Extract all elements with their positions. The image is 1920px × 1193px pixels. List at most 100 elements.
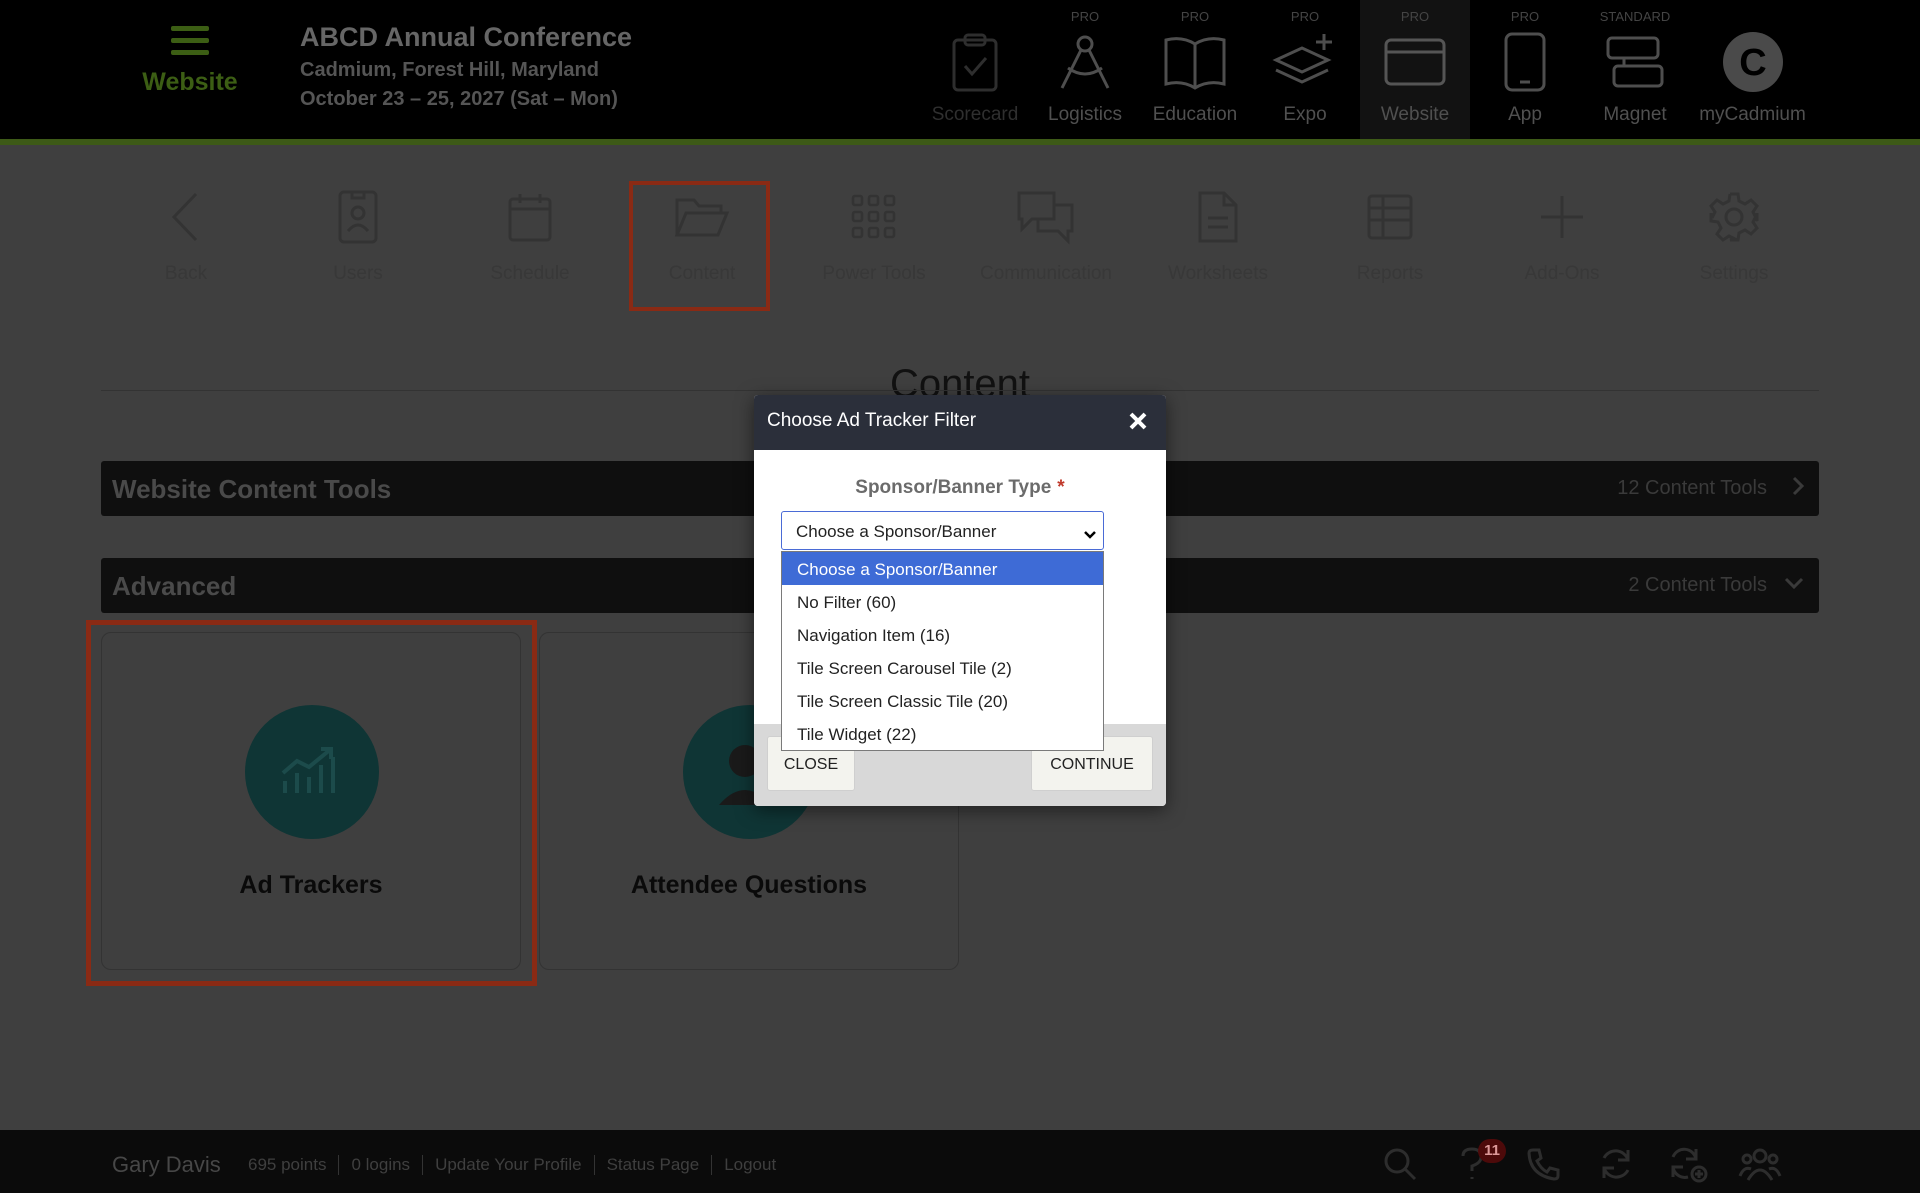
cadmium-logo-icon: C (1690, 32, 1815, 92)
toolbar-label: Settings (1699, 263, 1769, 284)
grid-dots-icon (799, 185, 949, 249)
product-tier: STANDARD (1599, 9, 1671, 24)
selected-tool-highlight (629, 181, 770, 311)
toolbar-power-tools[interactable]: Power Tools (799, 185, 949, 285)
product-label: Logistics (1048, 104, 1122, 125)
toolbar-back[interactable]: Back (111, 185, 261, 285)
product-logistics[interactable]: PRO Logistics (1030, 0, 1140, 139)
toolbar-worksheets[interactable]: Worksheets (1143, 185, 1293, 285)
field-label-text: Sponsor/Banner Type (855, 477, 1052, 498)
toolbar-label: Add-Ons (1524, 263, 1600, 284)
ad-tracker-filter-dialog: Choose Ad Tracker Filter Sponsor/Banner … (754, 395, 1166, 806)
chevron-down-icon (1083, 525, 1097, 545)
toolbar-label: Communication (980, 263, 1112, 284)
product-switcher: Scorecard PRO Logistics PRO Education PR… (920, 0, 1815, 139)
hamburger-icon (171, 26, 209, 56)
magnet-icon (1580, 32, 1690, 92)
status-page-link[interactable]: Status Page (593, 1155, 712, 1175)
document-icon (1143, 185, 1293, 249)
top-bar: Website ABCD Annual Conference Cadmium, … (0, 0, 1920, 139)
event-location: Cadmium, Forest Hill, Maryland (300, 59, 599, 81)
clipboard-check-icon (920, 32, 1030, 92)
section-count: 12 Content Tools (1617, 477, 1767, 499)
product-label: Education (1152, 104, 1238, 125)
footer-icons: 11 (1364, 1139, 1796, 1184)
update-profile-link[interactable]: Update Your Profile (422, 1155, 594, 1175)
event-info: ABCD Annual Conference Cadmium, Forest H… (300, 22, 632, 111)
help-icon[interactable]: 11 (1436, 1139, 1508, 1184)
dialog-header: Choose Ad Tracker Filter (754, 395, 1166, 450)
option-choose-sponsor-banner[interactable]: Choose a Sponsor/Banner (782, 552, 1103, 585)
smartphone-icon (1470, 32, 1580, 92)
event-dates: October 23 – 25, 2027 (Sat – Mon) (300, 88, 618, 110)
product-label: myCadmium (1699, 104, 1806, 125)
id-badge-icon (283, 185, 433, 249)
toolbar-add-ons[interactable]: Add-Ons (1487, 185, 1637, 285)
chevron-left-icon (111, 185, 261, 249)
logins-count: 0 logins (338, 1155, 422, 1175)
help-notification-badge: 11 (1478, 1139, 1506, 1163)
product-education[interactable]: PRO Education (1140, 0, 1250, 139)
toolbar-communication[interactable]: Communication (971, 185, 1121, 285)
close-icon[interactable] (1126, 409, 1150, 433)
product-label: App (1508, 104, 1542, 125)
option-navigation-item[interactable]: Navigation Item (16) (782, 618, 1103, 651)
chat-bubbles-icon (971, 185, 1121, 249)
chevron-down-icon (1783, 572, 1805, 599)
event-title: ABCD Annual Conference (300, 22, 633, 52)
toolbar-reports[interactable]: Reports (1315, 185, 1465, 285)
section-title: Advanced (112, 571, 237, 601)
calendar-icon (455, 185, 605, 249)
user-name: Gary Davis (112, 1152, 221, 1177)
open-book-icon (1140, 32, 1250, 92)
toolbar-users[interactable]: Users (283, 185, 433, 285)
product-mycadmium[interactable]: C myCadmium (1690, 0, 1815, 139)
toolbar-label: Users (333, 263, 383, 284)
product-website[interactable]: PRO Website (1360, 0, 1470, 139)
product-scorecard[interactable]: Scorecard (920, 0, 1030, 139)
sponsor-banner-select[interactable]: Choose a Sponsor/Banner (781, 511, 1104, 550)
toolbar-settings[interactable]: Settings (1659, 185, 1809, 285)
product-label: Website (1380, 104, 1450, 125)
search-icon[interactable] (1364, 1144, 1436, 1184)
toolbar-label: Schedule (490, 263, 570, 284)
footer-bar: Gary Davis 695 points 0 logins Update Yo… (0, 1130, 1920, 1193)
toolbar-label: Worksheets (1168, 263, 1268, 284)
points-count: 695 points (248, 1155, 327, 1174)
section-count: 2 Content Tools (1628, 574, 1767, 596)
svg-text:C: C (1739, 42, 1766, 84)
people-icon[interactable] (1724, 1144, 1796, 1184)
phone-icon[interactable] (1508, 1144, 1580, 1184)
product-tier: PRO (1400, 9, 1430, 24)
section-title: Website Content Tools (112, 474, 392, 504)
browser-window-icon (1360, 32, 1470, 92)
content-toolbar: Back Users Schedule Content Power Tools … (0, 145, 1920, 325)
toolbar-label: Reports (1356, 263, 1424, 284)
option-tile-screen-carousel-tile[interactable]: Tile Screen Carousel Tile (2) (782, 651, 1103, 684)
sync-add-icon[interactable] (1652, 1144, 1724, 1184)
product-tier: PRO (1070, 9, 1100, 24)
product-app[interactable]: PRO App (1470, 0, 1580, 139)
logout-link[interactable]: Logout (711, 1155, 788, 1175)
layers-plus-icon (1250, 32, 1360, 92)
refresh-icon[interactable] (1580, 1144, 1652, 1184)
card-highlight (86, 620, 537, 986)
option-tile-screen-classic-tile[interactable]: Tile Screen Classic Tile (20) (782, 684, 1103, 717)
title-divider (101, 390, 1819, 391)
product-tier: PRO (1290, 9, 1320, 24)
toolbar-schedule[interactable]: Schedule (455, 185, 605, 285)
product-tier: PRO (1510, 9, 1540, 24)
option-no-filter[interactable]: No Filter (60) (782, 585, 1103, 618)
plus-icon (1487, 185, 1637, 249)
dialog-title: Choose Ad Tracker Filter (767, 410, 977, 431)
main-menu-button[interactable]: Website (140, 26, 240, 97)
product-tier: PRO (1180, 9, 1210, 24)
select-value: Choose a Sponsor/Banner (796, 522, 997, 541)
product-label: Scorecard (931, 104, 1019, 125)
option-tile-widget[interactable]: Tile Widget (22) (782, 717, 1103, 750)
product-expo[interactable]: PRO Expo (1250, 0, 1360, 139)
product-label: Magnet (1603, 104, 1667, 125)
main-menu-label: Website (142, 68, 238, 96)
card-label: Attendee Questions (630, 871, 868, 899)
product-magnet[interactable]: STANDARD Magnet (1580, 0, 1690, 139)
